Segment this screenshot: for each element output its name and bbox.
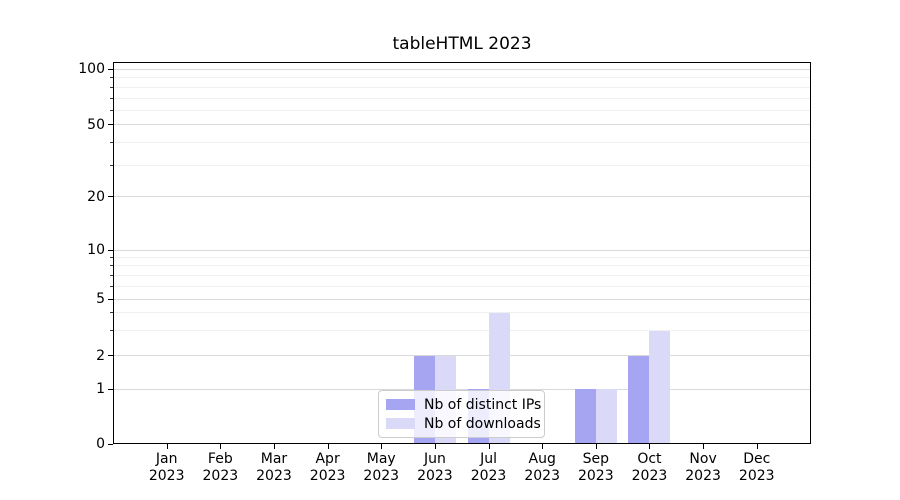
x-tick-mark [328,444,329,449]
y-tick-mark [108,69,113,70]
y-tick-label: 5 [48,291,105,307]
y-tick-label: 2 [48,348,105,364]
plot-area [113,62,811,444]
y-tick-mark [108,124,113,125]
legend-swatch-downloads [386,418,415,429]
x-tick-mark [435,444,436,449]
y-tick-label: 0 [48,436,105,452]
y-tick-label: 20 [48,189,105,205]
gridline-minor [114,265,810,266]
y-tick-mark [108,250,113,251]
legend: Nb of distinct IPs Nb of downloads [378,390,545,438]
y-tick-mark [108,196,113,197]
y-minor-tick-mark [110,98,113,99]
y-minor-tick-mark [110,110,113,111]
legend-item-downloads: Nb of downloads [386,415,536,433]
y-minor-tick-mark [110,275,113,276]
gridline-minor [114,257,810,258]
gridline-minor [114,110,810,111]
y-minor-tick-mark [110,77,113,78]
gridline-major [114,355,810,356]
chart-title: tableHTML 2023 [113,35,811,54]
gridline-major [114,299,810,300]
gridline-minor [114,275,810,276]
y-minor-tick-mark [110,257,113,258]
y-minor-tick-mark [110,312,113,313]
legend-label-downloads: Nb of downloads [424,415,541,433]
legend-swatch-distinct-ips [386,399,415,410]
x-tick-mark [596,444,597,449]
y-tick-mark [108,299,113,300]
x-tick-mark [757,444,758,449]
y-tick-label: 10 [48,242,105,258]
y-tick-mark [108,389,113,390]
x-tick-mark [703,444,704,449]
y-tick-label: 100 [48,61,105,77]
gridline-major [114,69,810,70]
gridline-minor [114,77,810,78]
bar-distinct-ips [628,356,649,444]
gridline-minor [114,330,810,331]
y-minor-tick-mark [110,330,113,331]
y-tick-mark [108,444,113,445]
x-tick-mark [542,444,543,449]
x-tick-mark [274,444,275,449]
gridline-minor [114,312,810,313]
y-tick-label: 1 [48,381,105,397]
y-minor-tick-mark [110,265,113,266]
gridline-minor [114,142,810,143]
gridline-major [114,196,810,197]
y-tick-label: 50 [48,117,105,133]
x-tick-mark [381,444,382,449]
y-minor-tick-mark [110,142,113,143]
gridline-minor [114,98,810,99]
y-minor-tick-mark [110,165,113,166]
y-tick-mark [108,355,113,356]
x-tick-mark [220,444,221,449]
x-tick-mark [167,444,168,449]
gridline-minor [114,165,810,166]
legend-label-distinct-ips: Nb of distinct IPs [424,396,541,414]
figure: tableHTML 2023 Nb of distinct IPs Nb of … [0,0,900,500]
bar-downloads [649,331,670,444]
x-tick-mark [489,444,490,449]
gridline-major [114,250,810,251]
bar-downloads [596,389,617,444]
x-tick-label: Dec 2023 [725,451,789,484]
gridline-minor [114,286,810,287]
bar-distinct-ips [575,389,596,444]
gridline-minor [114,87,810,88]
y-minor-tick-mark [110,286,113,287]
x-tick-mark [649,444,650,449]
gridline-major [114,124,810,125]
y-minor-tick-mark [110,87,113,88]
legend-item-distinct-ips: Nb of distinct IPs [386,396,536,414]
